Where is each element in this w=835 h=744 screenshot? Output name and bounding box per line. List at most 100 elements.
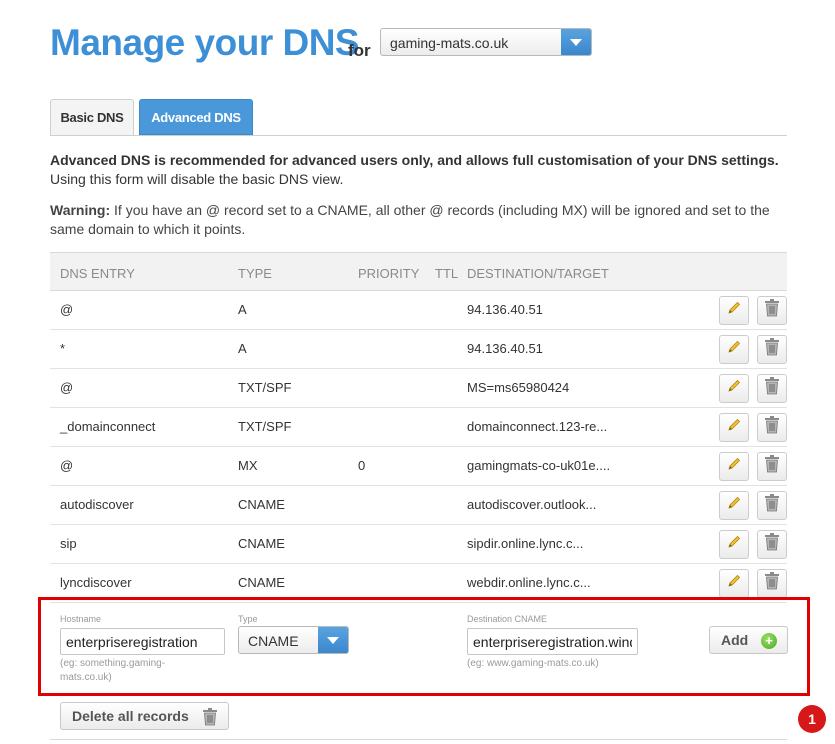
- table-row: * A 94.136.40.51: [50, 330, 787, 369]
- pencil-icon: [726, 456, 742, 477]
- trash-icon: [764, 338, 780, 361]
- delete-all-button[interactable]: Delete all records: [60, 702, 229, 730]
- warning-body: If you have an @ record set to a CNAME, …: [50, 202, 770, 237]
- add-record-form: Hostname (eg: something.gaming-mats.co.u…: [38, 597, 810, 696]
- col-dns-entry: DNS ENTRY: [60, 266, 135, 281]
- delete-button[interactable]: [757, 569, 787, 598]
- table-row: _domainconnect TXT/SPF domainconnect.123-r…: [50, 408, 787, 447]
- page-title: Manage your DNS: [50, 22, 360, 63]
- pencil-icon: [726, 573, 742, 594]
- for-label: for: [348, 41, 371, 60]
- table-row: @ A 94.136.40.51: [50, 291, 787, 330]
- type-label: Type: [238, 614, 258, 624]
- type-cell: A: [238, 341, 247, 356]
- dns-entry-cell: sip: [60, 536, 77, 551]
- edit-button[interactable]: [719, 530, 749, 559]
- pencil-icon: [726, 300, 742, 321]
- destination-cell: 94.136.40.51: [467, 341, 543, 356]
- delete-button[interactable]: [757, 491, 787, 520]
- pencil-icon: [726, 339, 742, 360]
- dns-entry-cell: @: [60, 458, 74, 473]
- destination-cell: sipdir.online.lync.c...: [467, 536, 584, 551]
- type-cell: TXT/SPF: [238, 380, 292, 395]
- dns-entry-cell: @: [60, 302, 74, 317]
- edit-button[interactable]: [719, 374, 749, 403]
- type-cell: CNAME: [238, 497, 285, 512]
- trash-icon: [764, 416, 780, 439]
- trash-icon: [764, 377, 780, 400]
- trash-icon: [764, 533, 780, 556]
- table-row: sip CNAME sipdir.online.lync.c...: [50, 525, 787, 564]
- type-cell: CNAME: [238, 536, 285, 551]
- priority-cell: 0: [358, 458, 366, 473]
- table-row: @ MX 0 gamingmats-co-uk01e....: [50, 447, 787, 486]
- hostname-label: Hostname: [60, 614, 102, 624]
- delete-button[interactable]: [757, 413, 787, 442]
- domain-select-value: gaming-mats.co.uk: [390, 35, 509, 51]
- table-header: DNS ENTRY TYPE PRIORITY TTL DESTINATION/…: [50, 252, 787, 291]
- col-ttl: TTL: [435, 266, 459, 281]
- domain-select[interactable]: gaming-mats.co.uk: [380, 28, 592, 56]
- warning-text: Warning: If you have an @ record set to …: [50, 201, 790, 239]
- hostname-input[interactable]: [60, 628, 225, 655]
- delete-button[interactable]: [757, 530, 787, 559]
- add-button[interactable]: Add +: [709, 626, 788, 654]
- destination-cell: domainconnect.123-re...: [467, 419, 608, 434]
- trash-icon: [764, 455, 780, 478]
- dns-entry-cell: _domainconnect: [60, 419, 156, 434]
- trash-icon: [764, 299, 780, 322]
- dns-entry-cell: autodiscover: [60, 497, 134, 512]
- trash-icon: [764, 494, 780, 517]
- destination-cell: webdir.online.lync.c...: [467, 575, 591, 590]
- edit-button[interactable]: [719, 569, 749, 598]
- col-priority: PRIORITY: [358, 266, 420, 281]
- tab-basic-dns[interactable]: Basic DNS: [50, 99, 134, 135]
- tab-divider: [50, 135, 787, 136]
- destination-cell: MS=ms65980424: [467, 380, 570, 395]
- edit-button[interactable]: [719, 452, 749, 481]
- chevron-down-icon[interactable]: [561, 29, 591, 55]
- pencil-icon: [726, 417, 742, 438]
- delete-button[interactable]: [757, 452, 787, 481]
- hostname-hint: (eg: something.gaming-mats.co.uk): [60, 658, 166, 683]
- pencil-icon: [726, 378, 742, 399]
- plus-circle-icon: +: [761, 633, 777, 649]
- destination-hint: (eg: www.gaming-mats.co.uk): [467, 658, 599, 669]
- dns-entry-cell: @: [60, 380, 74, 395]
- delete-button[interactable]: [757, 296, 787, 325]
- type-cell: MX: [238, 458, 258, 473]
- destination-cell: gamingmats-co-uk01e....: [467, 458, 611, 473]
- intro-text: Advanced DNS is recommended for advanced…: [50, 151, 790, 189]
- edit-button[interactable]: [719, 491, 749, 520]
- type-select[interactable]: CNAME: [238, 626, 349, 654]
- delete-all-label: Delete all records: [72, 708, 189, 724]
- add-button-label: Add: [721, 632, 749, 648]
- bottom-divider: [50, 739, 787, 740]
- delete-button[interactable]: [757, 374, 787, 403]
- type-cell: A: [238, 302, 247, 317]
- table-row: autodiscover CNAME autodiscover.outlook...: [50, 486, 787, 525]
- tab-advanced-dns[interactable]: Advanced DNS: [139, 99, 253, 135]
- type-cell: CNAME: [238, 575, 285, 590]
- dns-entry-cell: *: [60, 341, 66, 356]
- annotation-marker: 1: [798, 705, 826, 733]
- intro-bold: Advanced DNS is recommended for advanced…: [50, 152, 779, 168]
- table-row: @ TXT/SPF MS=ms65980424: [50, 369, 787, 408]
- destination-input[interactable]: [467, 628, 638, 655]
- chevron-down-icon[interactable]: [318, 627, 348, 653]
- edit-button[interactable]: [719, 335, 749, 364]
- col-type: TYPE: [238, 266, 272, 281]
- edit-button[interactable]: [719, 296, 749, 325]
- pencil-icon: [726, 534, 742, 555]
- delete-button[interactable]: [757, 335, 787, 364]
- warning-label: Warning:: [50, 202, 111, 218]
- destination-cell: 94.136.40.51: [467, 302, 543, 317]
- destination-label: Destination CNAME: [467, 614, 548, 624]
- pencil-icon: [726, 495, 742, 516]
- trash-icon: [764, 572, 780, 595]
- trash-icon: [202, 708, 218, 729]
- dns-entry-cell: lyncdiscover: [60, 575, 132, 590]
- edit-button[interactable]: [719, 413, 749, 442]
- type-cell: TXT/SPF: [238, 419, 292, 434]
- intro-normal: Using this form will disable the basic D…: [50, 171, 344, 187]
